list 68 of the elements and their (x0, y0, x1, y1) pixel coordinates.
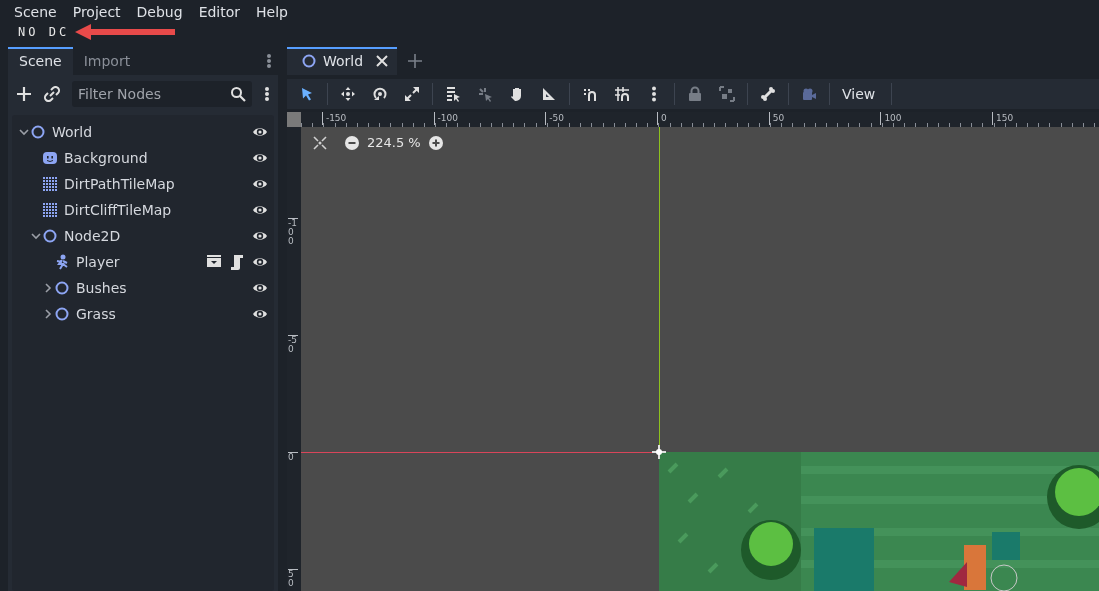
chevron-down-icon[interactable] (19, 127, 29, 137)
bone-icon[interactable] (760, 86, 776, 102)
ruler-label: -50 (545, 112, 564, 125)
move-icon[interactable] (340, 86, 356, 102)
dock-tab[interactable]: Import (72, 47, 142, 75)
dock-tab[interactable]: Scene (8, 47, 73, 75)
rotate-icon[interactable] (372, 86, 388, 102)
link-icon[interactable] (44, 86, 60, 102)
tree-item[interactable]: DirtCliffTileMap (64, 202, 252, 218)
circle-node-icon (54, 280, 70, 296)
ruler-label: 0 (288, 452, 298, 462)
circle-node-icon (54, 306, 70, 322)
ruler-label: 50 (288, 569, 298, 588)
chevron-right-icon[interactable] (43, 309, 53, 319)
annotation-text: NO DC (18, 25, 70, 39)
tree-item[interactable]: Background (64, 150, 252, 166)
ruler-label: -150 (321, 112, 347, 125)
tree-item[interactable]: Bushes (76, 280, 252, 296)
menu-item[interactable]: Debug (128, 4, 191, 20)
more-icon[interactable] (266, 53, 272, 69)
camera-icon[interactable] (801, 86, 817, 102)
ruler-corner (287, 112, 301, 127)
search-icon[interactable] (230, 86, 246, 102)
zoom-out-icon[interactable] (345, 135, 359, 150)
snap-icon[interactable] (582, 86, 598, 102)
view-menu[interactable]: View (842, 86, 876, 102)
ruler-label: 150 (992, 112, 1014, 125)
filter-field[interactable]: Filter Nodes (72, 81, 252, 107)
more-icon[interactable] (264, 86, 270, 102)
scale-icon[interactable] (404, 86, 420, 102)
grid-snap-icon[interactable] (614, 86, 630, 102)
grid-icon (42, 176, 58, 192)
grid-icon (42, 202, 58, 218)
menu-item[interactable]: Help (248, 4, 296, 20)
center-view-icon[interactable] (313, 135, 327, 150)
ruler-icon[interactable] (541, 86, 557, 102)
menu-item[interactable]: Scene (6, 4, 65, 20)
tree-item[interactable]: Grass (76, 306, 252, 322)
clapperboard-icon[interactable] (206, 254, 222, 268)
group-icon[interactable] (719, 86, 735, 102)
menu-item[interactable]: Project (64, 4, 129, 20)
circle-node-icon (42, 228, 58, 244)
ruler-label: 0 (657, 112, 667, 125)
scroll-icon[interactable] (230, 254, 244, 270)
tree-item[interactable]: Node2D (64, 228, 252, 244)
pivot-icon[interactable] (477, 86, 493, 102)
chevron-down-icon[interactable] (31, 231, 41, 241)
ruler-label: -50 (288, 335, 298, 354)
zoom-level[interactable]: 224.5 % (367, 135, 421, 150)
chevron-right-icon[interactable] (43, 283, 53, 293)
zoom-in-icon[interactable] (428, 135, 443, 150)
running-figure-icon (54, 254, 70, 270)
tree-item[interactable]: Player (76, 254, 206, 270)
ruler-label: -100 (433, 112, 459, 125)
close-icon[interactable] (375, 54, 390, 68)
lock-icon[interactable] (687, 86, 703, 102)
menu-item[interactable]: Editor (190, 4, 249, 20)
tree-item[interactable]: World (52, 124, 252, 140)
editor-tab[interactable]: World (287, 47, 398, 75)
circle-node-icon (30, 124, 46, 140)
origin-crosshair-icon (652, 445, 666, 459)
ruler-label: 100 (880, 112, 902, 125)
ruler-label: -100 (288, 218, 298, 246)
circle-node-icon (301, 53, 317, 69)
tree-item[interactable]: DirtPathTileMap (64, 176, 252, 192)
sprite-face-icon (42, 150, 58, 166)
list-select-icon[interactable] (445, 86, 461, 102)
ruler-label: 50 (768, 112, 785, 125)
